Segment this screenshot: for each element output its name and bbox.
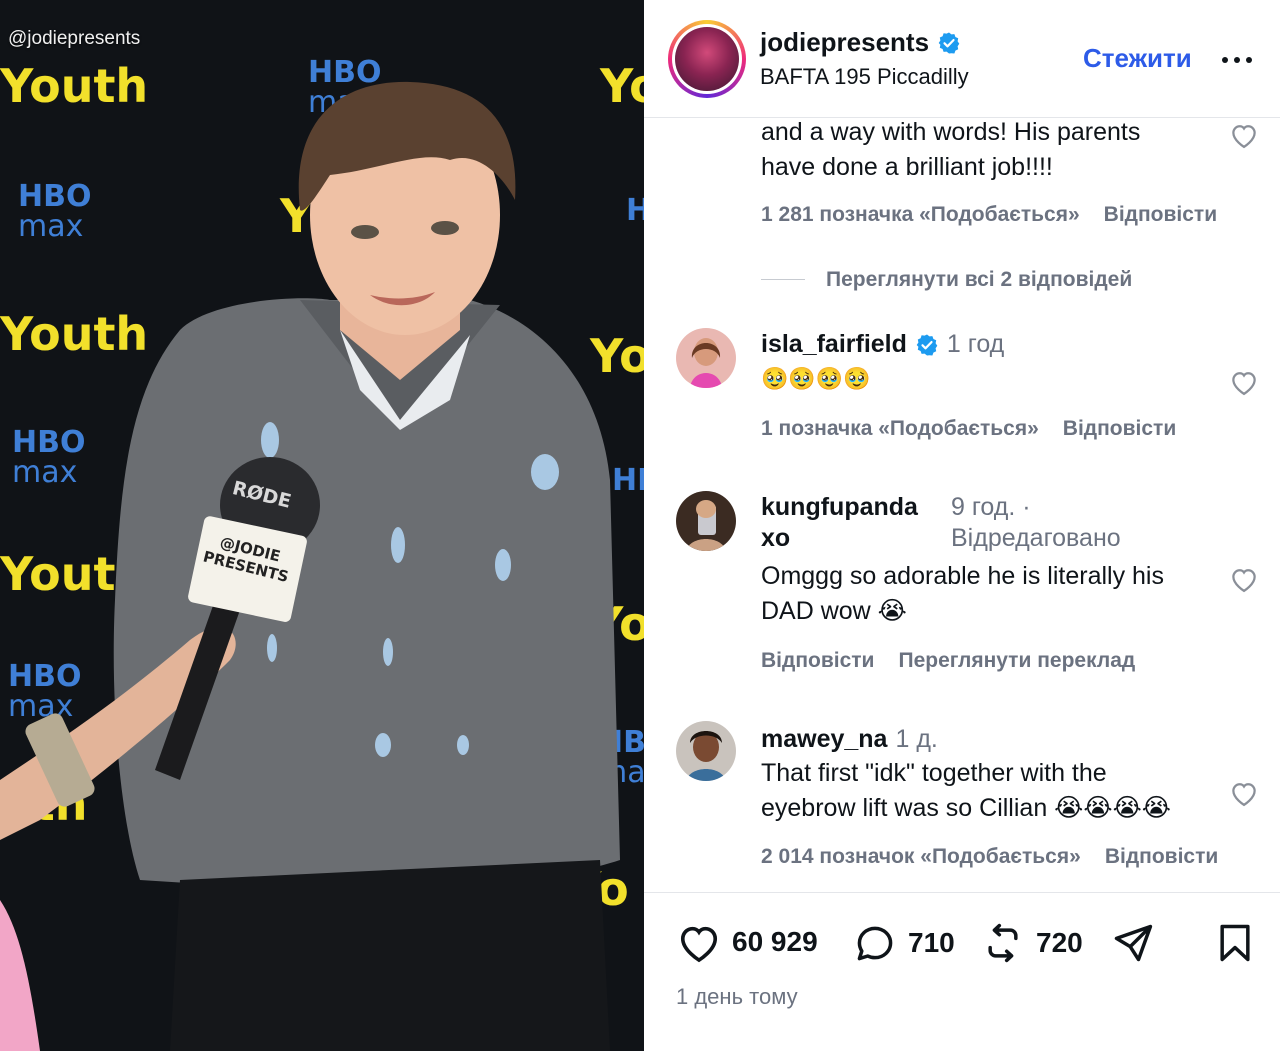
- reposts-count[interactable]: 720: [1036, 927, 1083, 959]
- save-action[interactable]: [1212, 921, 1258, 965]
- post-side-panel: jodiepresents BAFTA 195 Piccadilly Стежи…: [644, 0, 1280, 1051]
- translate-link[interactable]: Переглянути переклад: [898, 649, 1135, 672]
- svg-text:Yo: Yo: [599, 59, 644, 113]
- author-username-row[interactable]: jodiepresents: [760, 27, 961, 58]
- commenter-avatar[interactable]: [676, 328, 736, 388]
- comment-timestamp: 9 год. ·: [951, 493, 1031, 521]
- svg-text:max: max: [18, 209, 83, 244]
- svg-text:H: H: [626, 193, 644, 228]
- like-action[interactable]: 60 929: [676, 921, 818, 963]
- commenter-username-cont[interactable]: xo: [761, 524, 790, 553]
- likes-count[interactable]: 60 929: [732, 926, 818, 958]
- commenter-username-row: isla_fairfield 1 год: [761, 330, 1004, 359]
- comment-text-line: Omggg so adorable he is literally his: [761, 562, 1164, 590]
- commenter-username[interactable]: kungfupanda: [761, 493, 918, 522]
- commenter-username[interactable]: mawey_na: [761, 725, 887, 754]
- comment-text-line: DAD wow 😭: [761, 597, 907, 625]
- reply-button[interactable]: Відповісти: [761, 649, 874, 672]
- svg-text:Yo: Yo: [589, 329, 644, 383]
- svg-text:Youth: Youth: [0, 307, 148, 361]
- svg-text:max: max: [8, 689, 73, 724]
- comment-timestamp: 1 д.: [895, 725, 938, 753]
- follow-button[interactable]: Стежити: [1083, 43, 1192, 74]
- comment-like-icon[interactable]: [1229, 565, 1259, 593]
- comment-text-line: and a way with words! His parents: [761, 119, 1141, 146]
- post-video[interactable]: Youth Youth Youth Yo Yo Yo uth Yo Yo HBO…: [0, 0, 644, 1051]
- share-action[interactable]: [1110, 921, 1156, 965]
- comment-like-icon[interactable]: [1229, 368, 1259, 396]
- replies-divider: [761, 279, 805, 280]
- comment-likes-count[interactable]: 2 014 позначок «Подобається»: [761, 845, 1081, 868]
- comment-text-line: That first "idk" together with the: [761, 759, 1107, 787]
- view-replies-link[interactable]: Переглянути всі 2 відповідей: [826, 268, 1132, 292]
- comment-meta: 2 014 позначок «Подобається» Відповісти: [761, 845, 1242, 869]
- video-watermark: @jodiepresents: [8, 28, 141, 49]
- commenter-username-row: mawey_na 1 д.: [761, 725, 938, 754]
- comment-text: 🥹🥹🥹🥹: [761, 366, 871, 391]
- svg-text:max: max: [12, 455, 77, 490]
- post-actions-bar: 60 929 710 720 1 день тому: [644, 892, 1280, 1051]
- verified-badge-icon: [938, 32, 960, 53]
- post-timestamp[interactable]: 1 день тому: [676, 984, 798, 1010]
- comment-likes-count[interactable]: 1 позначка «Подобається»: [761, 417, 1039, 440]
- repost-action[interactable]: 720: [980, 921, 1083, 965]
- reply-button[interactable]: Відповісти: [1104, 203, 1217, 226]
- author-username[interactable]: jodiepresents: [760, 27, 929, 58]
- post-location[interactable]: BAFTA 195 Piccadilly: [760, 64, 969, 90]
- comment-meta: 1 281 позначка «Подобається» Відповісти: [761, 203, 1241, 227]
- comment-action[interactable]: 710: [852, 921, 955, 965]
- comment-like-icon[interactable]: [1229, 121, 1259, 149]
- verified-badge-icon: [916, 334, 938, 355]
- comment-time-block: 9 год. · Відредаговано: [951, 493, 1121, 553]
- post-header: jodiepresents BAFTA 195 Piccadilly Стежи…: [644, 0, 1280, 118]
- more-options-icon[interactable]: [1217, 46, 1257, 74]
- comment-text-line: have done a brilliant job!!!!: [761, 153, 1053, 181]
- comment-bubble-icon[interactable]: [852, 921, 898, 965]
- reply-button[interactable]: Відповісти: [1105, 845, 1218, 868]
- comment-like-icon[interactable]: [1229, 779, 1259, 807]
- author-avatar[interactable]: [668, 20, 746, 98]
- press-backdrop: Youth Youth Youth Yo Yo Yo uth Yo Yo HBO…: [0, 0, 644, 1051]
- commenter-avatar[interactable]: [676, 721, 736, 781]
- comment-edited-label: Відредаговано: [951, 524, 1121, 552]
- comment-meta: 1 позначка «Подобається» Відповісти: [761, 417, 1200, 441]
- comment-likes-count[interactable]: 1 281 позначка «Подобається»: [761, 203, 1080, 226]
- repost-icon[interactable]: [980, 921, 1026, 965]
- comments-list[interactable]: and a way with words! His parents have d…: [644, 119, 1280, 892]
- svg-text:Youth: Youth: [0, 59, 148, 113]
- comment-text-line: eyebrow lift was so Cillian 😭😭😭😭: [761, 794, 1172, 822]
- heart-icon[interactable]: [676, 921, 722, 963]
- commenter-avatar[interactable]: [676, 491, 736, 551]
- share-send-icon[interactable]: [1110, 921, 1156, 965]
- comment-meta: Відповісти Переглянути переклад: [761, 649, 1159, 673]
- comment-timestamp: 1 год: [946, 330, 1005, 358]
- commenter-username[interactable]: isla_fairfield: [761, 330, 907, 359]
- commenter-username-row: kungfupanda xo: [761, 493, 918, 553]
- comments-count[interactable]: 710: [908, 927, 955, 959]
- reply-button[interactable]: Відповісти: [1063, 417, 1176, 440]
- bookmark-icon[interactable]: [1212, 921, 1258, 965]
- svg-text:HB: HB: [612, 463, 644, 498]
